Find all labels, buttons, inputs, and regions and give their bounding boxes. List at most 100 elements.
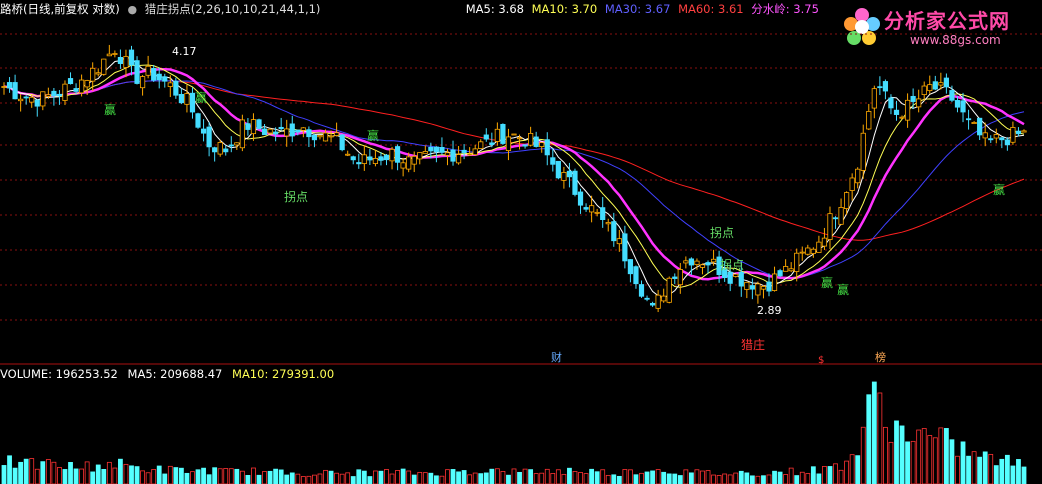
price-low-label: 2.89	[757, 304, 782, 317]
candle-body	[600, 207, 606, 220]
candle-body	[788, 268, 794, 272]
candle-body	[683, 260, 689, 264]
volume-bar	[395, 469, 400, 484]
candle-body	[910, 95, 916, 102]
volume-header: VOLUME: 196253.52 MA5: 209688.47 MA10: 2…	[0, 366, 334, 382]
volume-bar	[844, 460, 850, 484]
candle-body	[943, 77, 949, 88]
volume-bar	[733, 472, 739, 484]
ma10-line	[3, 64, 1025, 288]
volume-bar	[223, 468, 229, 484]
volume-bar	[888, 441, 894, 484]
candle-body	[67, 78, 74, 85]
candle-body	[311, 134, 318, 141]
candle-body	[977, 117, 983, 136]
candle-body	[84, 80, 90, 88]
candle-body	[821, 237, 828, 247]
volume-bar	[57, 467, 62, 484]
volume-bar	[894, 420, 899, 484]
candle-body	[295, 129, 301, 133]
candle-body	[505, 136, 512, 151]
volume-bar	[761, 475, 766, 484]
candle-body	[899, 116, 905, 119]
volume-bar	[905, 441, 910, 484]
candle-body	[516, 137, 523, 140]
volume-bars	[1, 381, 1027, 484]
turn-point-label: 拐点	[710, 225, 734, 240]
candle-body	[128, 49, 135, 66]
volume-bar	[494, 468, 500, 484]
volume-bar	[550, 473, 556, 484]
candle-body	[29, 96, 35, 103]
volume-bar	[766, 474, 772, 484]
volume-bar	[572, 471, 578, 484]
volume-bar	[799, 471, 805, 484]
candle-body	[838, 207, 844, 225]
candle-body	[755, 283, 761, 296]
volume-bar	[90, 471, 96, 484]
volume-bar	[284, 474, 290, 484]
volume-bar	[251, 467, 256, 484]
candle-body	[356, 162, 362, 165]
volume-bar	[633, 474, 639, 484]
candle-body	[694, 260, 700, 265]
ma5-path	[3, 56, 1025, 299]
volume-bar	[810, 466, 816, 484]
volume-bar	[334, 472, 340, 484]
volume-bar	[151, 469, 157, 484]
volume-bar	[228, 468, 234, 484]
win-label: 赢	[367, 128, 379, 143]
volume-bar	[439, 475, 445, 484]
volume-bar	[600, 469, 606, 484]
candle-body	[633, 266, 639, 285]
volume-bar	[988, 453, 994, 484]
volume-bar	[317, 473, 323, 484]
candle-body	[151, 68, 157, 81]
volume-bar	[561, 473, 567, 484]
volume-bar	[95, 464, 101, 484]
volume-bar	[400, 468, 406, 484]
fenshuiling-path	[3, 67, 1025, 281]
candle-body	[367, 156, 373, 161]
candle-body	[212, 147, 218, 153]
candle-body	[932, 81, 938, 90]
candle-body	[550, 157, 556, 165]
volume-bar	[40, 461, 46, 484]
candle-body	[339, 134, 345, 151]
volume-bar	[822, 466, 827, 484]
volume-bar	[406, 470, 412, 484]
candle-body	[810, 248, 816, 254]
volume-bar	[966, 455, 971, 484]
candle-body	[467, 153, 473, 156]
candle-body	[317, 135, 323, 138]
candle-body	[561, 172, 567, 181]
volume-bar	[594, 471, 600, 484]
candle-body	[1004, 139, 1010, 146]
candle-body	[73, 88, 79, 92]
candle-body	[544, 139, 550, 156]
volume-bar	[456, 471, 461, 484]
price-chart[interactable]: 4.17 2.89 赢 赢 赢 赢 赢 赢 拐点 拐点 拐点 猎庄 财 $ 榜	[0, 0, 1042, 484]
volume-bar	[245, 474, 251, 484]
candle-body	[638, 284, 645, 297]
candle-body	[284, 128, 290, 137]
volume-bar	[943, 428, 949, 484]
candle-body	[433, 146, 439, 153]
candle-body	[832, 217, 839, 220]
volume-bar	[23, 458, 29, 484]
volume-bar	[234, 468, 240, 484]
candle-body	[777, 270, 783, 277]
volume-bar	[539, 472, 545, 484]
candle-body	[184, 93, 190, 105]
candle-body	[655, 294, 661, 309]
volume-bar	[960, 441, 966, 484]
volume-bar	[977, 456, 983, 484]
candle-body	[644, 297, 650, 300]
volume-bar	[827, 466, 833, 484]
volume-bar	[711, 474, 716, 484]
volume-bar	[378, 470, 384, 484]
candle-body	[1015, 130, 1022, 135]
volume-bar	[838, 469, 844, 484]
candle-body	[733, 273, 739, 277]
volume-bar	[350, 476, 356, 484]
